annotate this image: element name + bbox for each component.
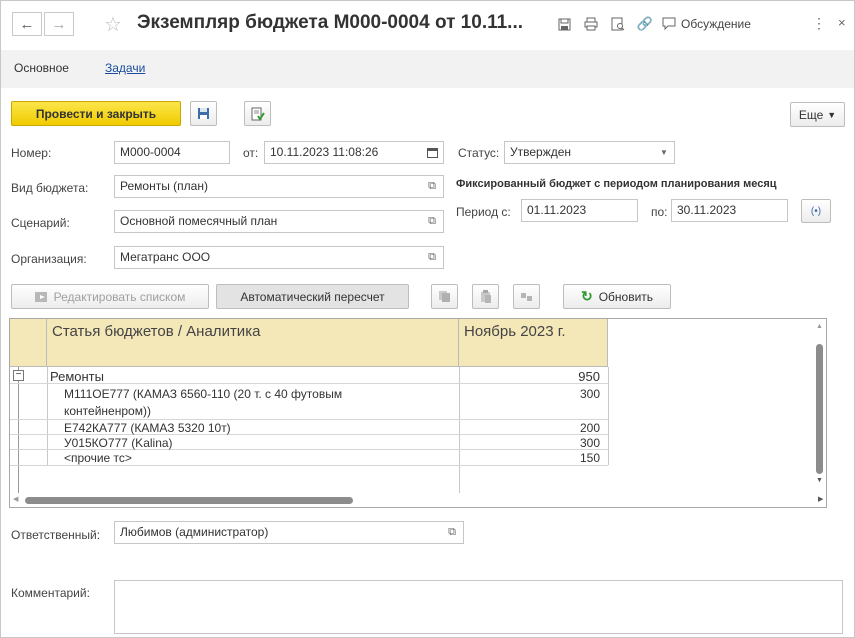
comment-textarea[interactable] xyxy=(114,580,843,634)
horizontal-scrollbar-thumb[interactable] xyxy=(25,497,353,504)
scroll-left-icon[interactable]: ◀ xyxy=(13,495,18,503)
grid-header-spacer xyxy=(10,319,47,367)
more-actions-icon[interactable]: ⋮ xyxy=(812,15,826,32)
paste-icon xyxy=(481,290,491,303)
collapse-icon[interactable]: − xyxy=(13,370,24,381)
date-field[interactable]: 10.11.2023 11:08:26 xyxy=(264,141,444,164)
grid-row-label[interactable]: <прочие тс> xyxy=(64,451,132,465)
fill-button[interactable] xyxy=(513,284,540,309)
more-button-label: Еще xyxy=(798,107,824,122)
print-icon[interactable] xyxy=(582,15,600,33)
chevron-down-icon: ▼ xyxy=(827,109,837,120)
row-separator xyxy=(10,465,608,466)
refresh-label: Обновить xyxy=(598,289,654,304)
close-icon[interactable]: × xyxy=(838,15,846,30)
organization-label: Организация: xyxy=(11,252,87,266)
open-form-icon[interactable]: ⧉ xyxy=(442,521,462,544)
budget-type-field[interactable]: Ремонты (план) xyxy=(114,175,444,198)
period-to-field[interactable]: 30.11.2023 xyxy=(671,199,788,222)
budget-type-label: Вид бюджета: xyxy=(11,181,89,195)
edit-as-list-label: Редактировать списком xyxy=(53,289,186,304)
grid-row-value[interactable]: 950 xyxy=(462,369,600,384)
period-icon: (•) xyxy=(810,205,822,217)
copy-button[interactable] xyxy=(431,284,458,309)
post-button[interactable] xyxy=(244,101,271,126)
save-disk-icon xyxy=(198,108,209,119)
period-from-label: Период с: xyxy=(456,205,511,219)
discussion-icon[interactable] xyxy=(660,15,678,33)
post-and-close-button[interactable]: Провести и закрыть xyxy=(11,101,181,126)
paste-button[interactable] xyxy=(472,284,499,309)
arrow-left-icon: ← xyxy=(19,15,35,33)
edit-as-list-button[interactable]: Редактировать списком xyxy=(11,284,209,309)
scroll-up-icon[interactable]: ▲ xyxy=(816,323,823,330)
back-button[interactable]: ← xyxy=(12,12,42,36)
grid-row-label[interactable]: У015КО777 (Kalina) xyxy=(64,436,173,450)
link-icon[interactable]: 🔗 xyxy=(636,15,654,33)
grid-row-label[interactable]: М111ОЕ777 (КАМАЗ 6560-110 (20 т. с 40 фу… xyxy=(64,387,342,401)
grid-header-november[interactable]: Ноябрь 2023 г. xyxy=(459,319,608,367)
grid-col-divider xyxy=(459,367,460,493)
status-select[interactable]: Утвержден xyxy=(504,141,675,164)
preview-icon[interactable] xyxy=(609,15,627,33)
period-from-field[interactable]: 01.11.2023 xyxy=(521,199,638,222)
window-title: Экземпляр бюджета М000-0004 от 10.11... xyxy=(137,12,524,33)
responsible-field[interactable]: Любимов (администратор) xyxy=(114,521,464,544)
copy-icon xyxy=(439,291,450,302)
responsible-label: Ответственный: xyxy=(11,528,101,542)
save-button[interactable] xyxy=(190,101,217,126)
vertical-scrollbar-thumb[interactable] xyxy=(816,344,823,474)
tab-tasks[interactable]: Задачи xyxy=(105,61,145,75)
favorite-star-icon[interactable]: ☆ xyxy=(104,12,122,37)
save-disk-icon[interactable] xyxy=(555,15,573,33)
period-to-label: по: xyxy=(651,205,668,219)
tab-main[interactable]: Основное xyxy=(14,61,69,75)
open-form-icon[interactable]: ⧉ xyxy=(422,246,442,269)
row-separator xyxy=(10,419,608,420)
grid-col-divider xyxy=(608,367,609,465)
grid-row-value[interactable]: 300 xyxy=(462,387,600,401)
chevron-down-icon[interactable]: ▼ xyxy=(654,141,674,164)
discussion-label[interactable]: Обсуждение xyxy=(681,17,751,31)
arrow-right-icon: → xyxy=(51,15,67,33)
grid-row-label[interactable]: Ремонты xyxy=(50,369,104,384)
refresh-icon: ↻ xyxy=(580,288,593,304)
open-form-icon[interactable]: ⧉ xyxy=(422,175,442,198)
grid-row-value[interactable]: 300 xyxy=(462,436,600,450)
number-field[interactable]: М000-0004 xyxy=(114,141,230,164)
scenario-field[interactable]: Основной помесячный план xyxy=(114,210,444,233)
grid-row-value[interactable]: 200 xyxy=(462,421,600,435)
grid-row-value[interactable]: 150 xyxy=(462,451,600,465)
period-select-button[interactable]: (•) xyxy=(801,199,831,223)
grid-header-article[interactable]: Статья бюджетов / Аналитика xyxy=(47,319,459,367)
grid-row-label[interactable]: Е742КА777 (КАМАЗ 5320 10т) xyxy=(64,421,231,435)
scenario-label: Сценарий: xyxy=(11,216,70,230)
organization-field[interactable]: Мегатранс ООО xyxy=(114,246,444,269)
date-from-label: от: xyxy=(243,146,259,160)
scroll-right-icon[interactable]: ▶ xyxy=(818,495,823,503)
grid-col-divider xyxy=(47,367,48,465)
more-button[interactable]: Еще ▼ xyxy=(790,102,845,127)
refresh-button[interactable]: ↻ Обновить xyxy=(563,284,671,309)
open-form-icon[interactable]: ⧉ xyxy=(422,210,442,233)
auto-recalc-toggle[interactable]: Автоматический пересчет xyxy=(216,284,409,309)
scroll-down-icon[interactable]: ▼ xyxy=(816,477,823,484)
edit-list-icon xyxy=(34,291,47,302)
tree-line xyxy=(18,367,19,493)
budget-grid[interactable]: Статья бюджетов / Аналитика Ноябрь 2023 … xyxy=(9,318,827,508)
number-label: Номер: xyxy=(11,146,52,160)
comment-label: Комментарий: xyxy=(11,586,90,600)
forward-button[interactable]: → xyxy=(44,12,74,36)
fill-cells-icon xyxy=(521,293,532,301)
post-document-icon xyxy=(251,107,265,121)
calendar-icon[interactable] xyxy=(422,141,442,164)
grid-row-label-continued: контейненром)) xyxy=(64,404,151,418)
status-label: Статус: xyxy=(458,146,500,160)
fixed-budget-note: Фиксированный бюджет с периодом планиров… xyxy=(456,178,777,190)
